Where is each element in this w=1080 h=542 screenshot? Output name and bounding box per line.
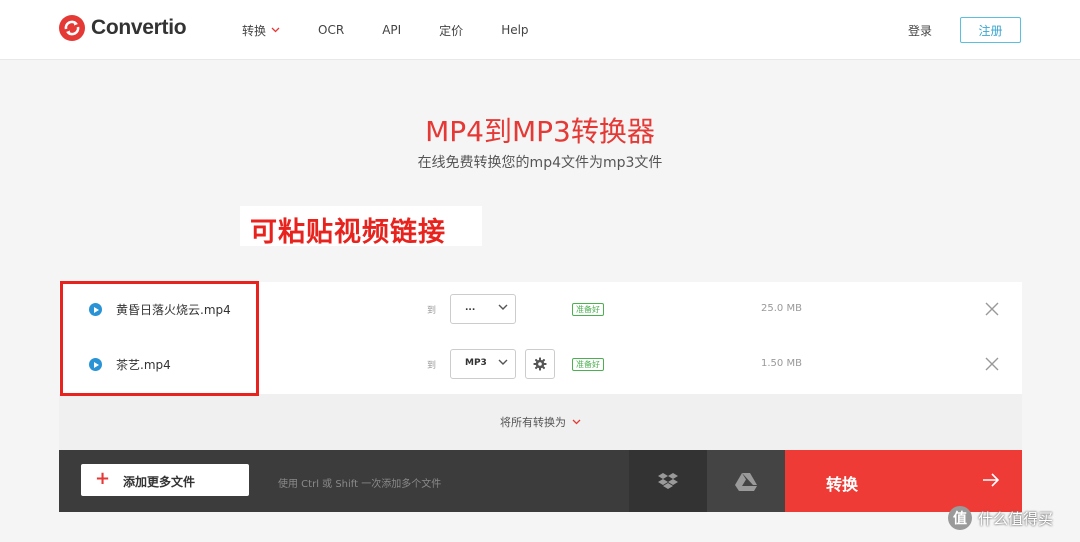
register-button[interactable]: 注册 [960,17,1021,43]
to-label: 到 [427,306,437,316]
chevron-down-icon [271,27,280,33]
page-title: MP4到MP3转换器 [425,115,655,148]
gear-icon [533,357,547,371]
google-drive-button[interactable] [707,450,785,512]
nav-item-label: API [382,23,402,37]
add-files-label: 添加更多文件 [123,475,196,489]
convertio-logo-icon [59,15,85,41]
close-icon[interactable] [985,302,999,316]
convert-all-label: 将所有转换为 [500,416,566,429]
convert-button[interactable]: 转换 [785,450,1022,512]
header: Convertio 转换 OCR API 定价 Help 登录 注册 [0,0,1080,60]
watermark: 值 什么值得买 [948,506,1053,530]
arrow-right-icon [983,473,1000,487]
nav-item-api[interactable]: API [382,23,401,37]
convert-label: 转换 [826,475,859,494]
status-badge: 准备好 [572,358,604,371]
logo-text: Convertio [91,16,187,39]
file-size: 1.50 MB [761,358,802,369]
page-subtitle: 在线免费转换您的mp4文件为mp3文件 [417,155,663,171]
format-select[interactable]: MP3 [450,349,516,379]
convert-all-dropdown[interactable]: 将所有转换为 [59,394,1022,450]
plus-icon: + [95,468,111,489]
multi-select-hint: 使用 Ctrl 或 Shift 一次添加多个文件 [278,479,442,490]
nav-item-convert[interactable]: 转换 [242,22,280,39]
file-size: 25.0 MB [761,303,802,314]
add-files-button[interactable]: + 添加更多文件 [81,464,249,496]
close-icon[interactable] [985,357,999,371]
settings-button[interactable] [525,349,555,379]
watermark-text: 什么值得买 [978,509,1054,528]
login-link[interactable]: 登录 [908,22,932,39]
nav-item-label: OCR [318,23,345,37]
annotation-text: 可粘贴视频链接 [250,217,446,248]
dropbox-button[interactable] [629,450,707,512]
nav-item-help[interactable]: Help [501,23,528,37]
chevron-down-icon [498,304,508,310]
logo[interactable]: Convertio [58,14,187,42]
status-badge: 准备好 [572,303,604,316]
format-select[interactable]: ... [450,294,516,324]
nav-item-pricing[interactable]: 定价 [439,22,463,39]
main-nav: 转换 OCR API 定价 Help [242,0,567,60]
format-value: ... [465,303,476,313]
google-drive-icon [735,472,757,491]
chevron-down-icon [498,359,508,365]
dropbox-icon [658,473,678,489]
chevron-down-icon [572,419,581,425]
annotation-note: 可粘贴视频链接 [240,206,482,248]
watermark-icon: 值 [948,506,972,530]
nav-item-label: 转换 [242,23,267,38]
highlight-box [60,281,259,396]
nav-item-ocr[interactable]: OCR [318,23,344,37]
nav-item-label: 定价 [439,23,464,38]
action-bar: + 添加更多文件 使用 Ctrl 或 Shift 一次添加多个文件 转换 [59,450,1022,512]
format-value: MP3 [465,358,487,368]
to-label: 到 [427,361,437,371]
nav-item-label: Help [501,23,529,37]
